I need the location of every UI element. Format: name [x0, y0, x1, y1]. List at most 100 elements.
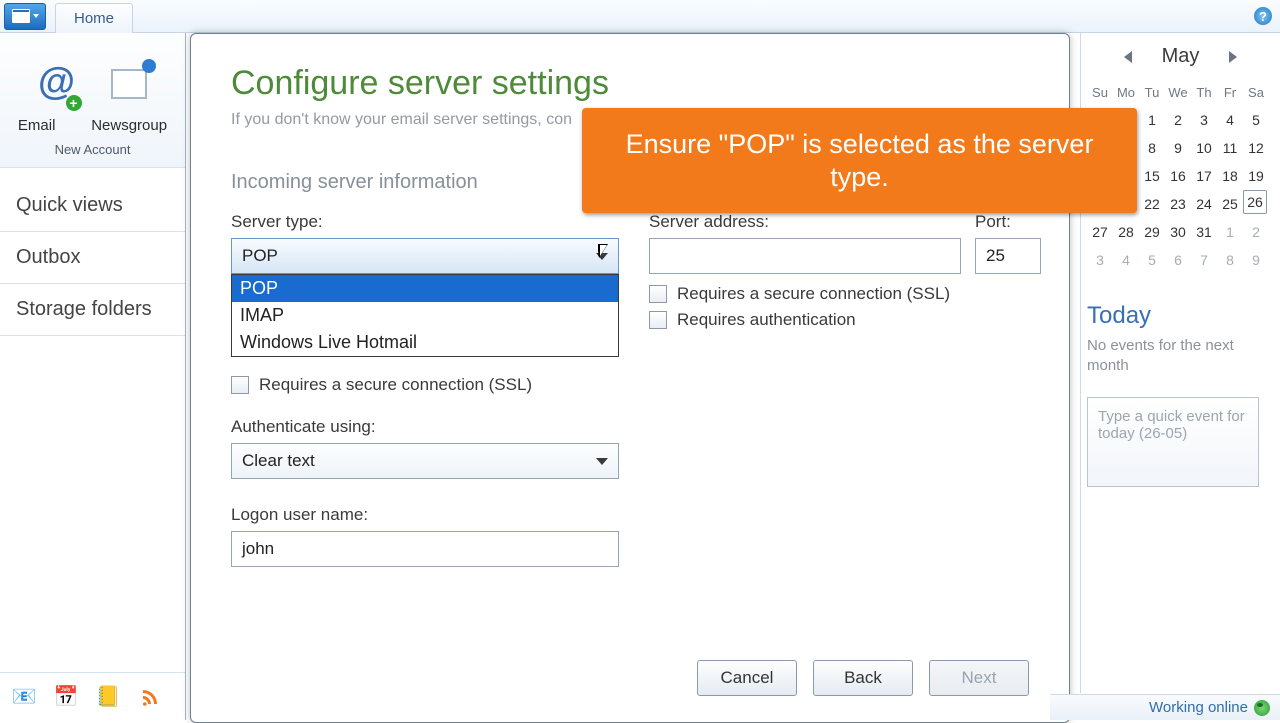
cancel-button[interactable]: Cancel — [697, 660, 797, 696]
status-text: Working online — [1149, 699, 1248, 716]
calendar-day[interactable]: 4 — [1113, 246, 1139, 274]
calendar-day[interactable]: 11 — [1217, 134, 1243, 162]
incoming-ssl-label: Requires a secure connection (SSL) — [259, 375, 532, 395]
calendar-day[interactable]: 29 — [1139, 218, 1165, 246]
calendar-month: May — [1162, 45, 1200, 68]
chevron-down-icon — [596, 458, 608, 465]
sidebar-item-storage[interactable]: Storage folders — [0, 284, 185, 336]
email-label: Email — [18, 117, 56, 134]
ribbon: Home ? — [0, 0, 1280, 33]
server-type-value: POP — [242, 246, 278, 266]
server-type-option-imap[interactable]: IMAP — [232, 302, 618, 329]
calendar-day[interactable]: 9 — [1243, 246, 1269, 274]
instruction-banner: Ensure "POP" is selected as the server t… — [582, 108, 1137, 213]
server-address-label: Server address: — [649, 212, 961, 232]
today-heading: Today — [1087, 302, 1274, 330]
newsgroup-icon — [111, 69, 147, 99]
calendar-day[interactable]: 1 — [1139, 106, 1165, 134]
server-type-dropdown: POP IMAP Windows Live Hotmail — [231, 274, 619, 357]
calendar-day[interactable]: 5 — [1139, 246, 1165, 274]
calendar-day[interactable]: 27 — [1087, 218, 1113, 246]
sidebar-item-outbox[interactable]: Outbox — [0, 232, 185, 284]
server-type-select[interactable]: POP — [231, 238, 619, 274]
tab-home[interactable]: Home — [55, 3, 133, 33]
calendar-dow: Su — [1087, 78, 1113, 106]
calendar-day[interactable]: 10 — [1191, 134, 1217, 162]
sidebar: @ + Email Newsgroup New Account Quick vi… — [0, 33, 186, 720]
email-account-button[interactable]: @ + — [34, 63, 80, 109]
calendar-day[interactable]: 24 — [1191, 190, 1217, 218]
calendar-day[interactable]: 7 — [1191, 246, 1217, 274]
calendar-dow: Sa — [1243, 78, 1269, 106]
calendar-day[interactable]: 22 — [1139, 190, 1165, 218]
calendar-day[interactable]: 3 — [1087, 246, 1113, 274]
nav-list: Quick views Outbox Storage folders — [0, 168, 185, 672]
calendar-day[interactable]: 4 — [1217, 106, 1243, 134]
dialog-title: Configure server settings — [231, 64, 1029, 103]
chevron-down-icon — [33, 14, 39, 18]
requires-auth-checkbox[interactable] — [649, 311, 667, 329]
contacts-switch-icon[interactable]: 📒 — [96, 685, 120, 709]
calendar-day[interactable]: 25 — [1217, 190, 1243, 218]
new-account-group: @ + Email Newsgroup New Account — [0, 33, 185, 168]
next-button[interactable]: Next — [929, 660, 1029, 696]
server-type-option-pop[interactable]: POP — [232, 275, 618, 302]
calendar-day[interactable]: 3 — [1191, 106, 1217, 134]
instruction-text: Ensure "POP" is selected as the server t… — [606, 128, 1113, 193]
calendar-day[interactable]: 30 — [1165, 218, 1191, 246]
calendar-day[interactable]: 5 — [1243, 106, 1269, 134]
sidebar-item-quickviews[interactable]: Quick views — [0, 180, 185, 232]
plus-icon: + — [66, 95, 82, 111]
new-account-label: New Account — [0, 142, 185, 157]
calendar-dow: Fr — [1217, 78, 1243, 106]
app-menu-button[interactable] — [4, 3, 46, 30]
authenticate-select[interactable]: Clear text — [231, 443, 619, 479]
back-button[interactable]: Back — [813, 660, 913, 696]
feeds-switch-icon[interactable] — [138, 685, 162, 709]
calendar-day[interactable]: 2 — [1165, 106, 1191, 134]
calendar-day[interactable]: 8 — [1139, 134, 1165, 162]
calendar-day[interactable]: 9 — [1165, 134, 1191, 162]
calendar-dow: Mo — [1113, 78, 1139, 106]
newsgroup-account-button[interactable] — [106, 63, 152, 109]
server-address-input[interactable] — [649, 238, 961, 274]
next-month-button[interactable] — [1229, 51, 1237, 63]
server-type-option-hotmail[interactable]: Windows Live Hotmail — [232, 329, 618, 356]
globe-icon — [1254, 700, 1270, 716]
help-icon[interactable]: ? — [1254, 7, 1272, 25]
sidebar-bottom-switch: 📧 📅 📒 — [0, 672, 185, 720]
outgoing-ssl-checkbox[interactable] — [649, 285, 667, 303]
cursor-icon — [598, 244, 610, 258]
calendar-day[interactable]: 23 — [1165, 190, 1191, 218]
calendar-day[interactable]: 19 — [1243, 162, 1269, 190]
calendar-day[interactable]: 28 — [1113, 218, 1139, 246]
mail-switch-icon[interactable]: 📧 — [12, 685, 36, 709]
newsgroup-label: Newsgroup — [91, 117, 167, 134]
calendar-dow: Th — [1191, 78, 1217, 106]
prev-month-button[interactable] — [1124, 51, 1132, 63]
calendar-day[interactable]: 6 — [1165, 246, 1191, 274]
port-input[interactable]: 25 — [975, 238, 1041, 274]
main-area: @ + Email Newsgroup New Account Quick vi… — [0, 33, 1280, 720]
calendar-day[interactable]: 2 — [1243, 218, 1269, 246]
quick-event-input[interactable]: Type a quick event for today (26-05) — [1087, 397, 1259, 487]
port-label: Port: — [975, 212, 1041, 232]
authenticate-value: Clear text — [242, 451, 315, 471]
calendar-switch-icon[interactable]: 📅 — [54, 685, 78, 709]
calendar-day[interactable]: 1 — [1217, 218, 1243, 246]
incoming-ssl-checkbox[interactable] — [231, 376, 249, 394]
logon-username-input[interactable]: john — [231, 531, 619, 567]
calendar-dow: Tu — [1139, 78, 1165, 106]
authenticate-label: Authenticate using: — [231, 417, 619, 437]
pin-icon — [142, 59, 156, 73]
calendar-day[interactable]: 18 — [1217, 162, 1243, 190]
calendar-day[interactable]: 15 — [1139, 162, 1165, 190]
calendar-day[interactable]: 12 — [1243, 134, 1269, 162]
calendar-day[interactable]: 16 — [1165, 162, 1191, 190]
app-menu-icon — [12, 9, 30, 23]
calendar-day[interactable]: 17 — [1191, 162, 1217, 190]
calendar-day[interactable]: 26 — [1243, 190, 1267, 214]
calendar-day[interactable]: 31 — [1191, 218, 1217, 246]
calendar-day[interactable]: 8 — [1217, 246, 1243, 274]
no-events-text: No events for the next month — [1087, 336, 1257, 375]
